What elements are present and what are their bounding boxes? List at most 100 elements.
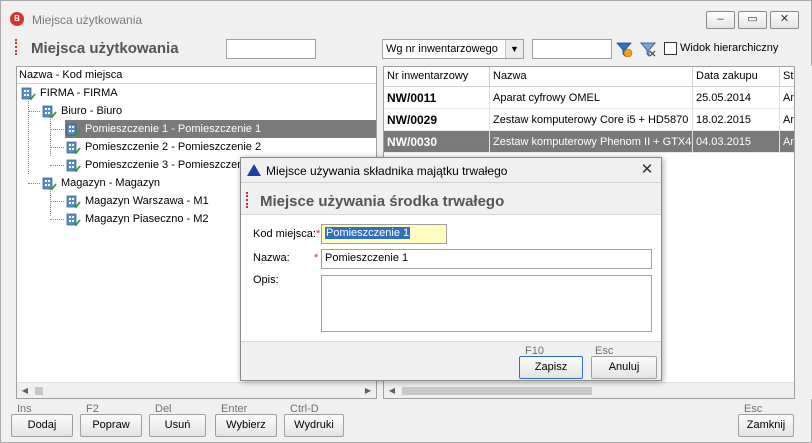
tree-connector [28,111,40,112]
tree-node[interactable]: Magazyn Warszawa - M1 [65,192,209,210]
description-field[interactable] [321,275,652,332]
tree-connector [50,114,51,156]
toolbar-button[interactable]: Wybierz [215,414,277,437]
building-icon [65,139,81,155]
search-input[interactable] [226,39,316,59]
grid-vertical-scrollbar[interactable] [796,66,812,399]
page-title: Miejsca użytkowania [31,40,179,57]
name-field[interactable]: Pomieszczenie 1 [321,249,652,269]
grid-header-status[interactable]: Sta [780,67,794,87]
table-cell-inv: NW/0030 [384,131,490,153]
tree-node[interactable]: Pomieszczenie 3 - Pomieszczenie 3 [65,156,261,174]
scroll-right-icon[interactable]: ▶ [362,386,374,396]
chevron-down-icon[interactable]: ▼ [505,40,523,58]
warning-triangle-icon [247,164,261,176]
dialog-close-icon[interactable]: ✕ [638,161,656,179]
code-label-text: Kod miejsca: [253,228,316,240]
table-cell-name: Aparat cyfrowy OMEL [490,87,693,109]
table-row[interactable]: NW/0030 Zestaw komputerowy Phenom II + GT… [384,131,794,153]
tree-connector [50,201,64,202]
toolbar-button[interactable]: Usuń [149,414,206,437]
table-cell-inv: NW/0029 [384,109,490,131]
hierarchical-view-label: Widok hierarchiczny [680,42,779,54]
grid-header-inventory[interactable]: Nr inwentarzowy [384,67,490,87]
tree-node-label: FIRMA - FIRMA [40,87,118,99]
code-field-value: Pomieszczenie 1 [325,227,411,239]
grid-header-date[interactable]: Data zakupu [693,67,780,87]
grid-horizontal-scrollbar[interactable]: ◀ [384,382,794,398]
tree-column-header[interactable]: Nazwa - Kod miejsca [17,67,376,84]
tree-node-label: Pomieszczenie 1 - Pomieszczenie 1 [85,123,262,135]
table-cell-status: Amo [780,131,794,153]
table-row[interactable]: NW/0011Aparat cyfrowy OMEL25.05.2014Amo [384,87,794,109]
tree-node[interactable]: FIRMA - FIRMA [20,84,118,102]
close-window-button[interactable]: ✕ [770,11,799,29]
scroll-left-icon[interactable]: ◀ [386,386,398,396]
table-cell-name: Zestaw komputerowy Core i5 + HD5870 [490,109,693,131]
hierarchical-view-checkbox[interactable] [664,42,677,55]
table-cell-date: 04.03.2015 [693,131,780,153]
code-field[interactable]: Pomieszczenie 1 [321,224,447,244]
toolbar-button[interactable]: Popraw [80,414,142,437]
tree-node-label: Pomieszczenie 2 - Pomieszczenie 2 [85,141,262,153]
save-button[interactable]: Zapisz [519,356,583,379]
grid-header-name[interactable]: Nazwa [490,67,693,87]
tree-node[interactable]: Pomieszczenie 2 - Pomieszczenie 2 [65,138,261,156]
name-label: Nazwa: [253,252,290,264]
tree-connector [28,183,40,184]
tree-connector [28,96,29,174]
description-label: Opis: [253,274,279,286]
tree-node[interactable]: Magazyn Piaseczno - M2 [65,210,209,228]
required-mark: * [315,228,321,240]
tree-node[interactable]: Biuro - Biuro [41,102,122,120]
tree-node-label: Magazyn Piaseczno - M2 [85,213,209,225]
building-icon [65,121,81,137]
tree-node[interactable]: Magazyn - Magazyn [41,174,160,192]
title-bar: B Miejsca użytkowania – ▭ ✕ [1,1,811,37]
tree-connector [50,165,64,166]
dialog-form: Kod miejsca:* Pomieszczenie 1 Nazwa: * P… [241,214,661,342]
building-icon [65,193,81,209]
building-icon [41,103,57,119]
close-button[interactable]: Zamknij [738,414,794,437]
app-logo-icon: B [10,12,24,26]
scrollbar-thumb[interactable] [35,387,43,395]
toolbar-button[interactable]: Dodaj [11,414,73,437]
tree-node-label: Biuro - Biuro [61,105,123,117]
restore-button[interactable]: ▭ [738,11,767,29]
scroll-left-icon[interactable]: ◀ [19,386,31,396]
table-cell-status: Amo [780,109,794,131]
code-label: Kod miejsca:* [253,228,320,240]
tree-connector [50,147,64,148]
tree-node-label: Magazyn Warszawa - M1 [85,195,209,207]
toolbar-button[interactable]: Wydruki [284,414,344,437]
scrollbar-thumb[interactable] [402,387,592,395]
cancel-button[interactable]: Anuluj [591,356,657,379]
header-marker [15,39,18,55]
tree-node[interactable]: Pomieszczenie 1 - Pomieszczenie 1 [65,120,376,138]
table-cell-status: Amo [780,87,794,109]
table-cell-date: 18.02.2015 [693,109,780,131]
filter-clear-icon[interactable] [639,39,657,59]
building-icon [65,157,81,173]
tree-horizontal-scrollbar[interactable]: ◀ ▶ [17,382,376,398]
tree-node-label: Magazyn - Magazyn [61,177,161,189]
table-cell-name: Zestaw komputerowy Phenom II + GTX480 [490,131,693,153]
table-row[interactable]: NW/0029 Zestaw komputerowy Core i5 + HD58… [384,109,794,131]
filter-input[interactable] [532,39,612,59]
table-cell-inv: NW/0011 [384,87,490,109]
table-cell-date: 25.05.2014 [693,87,780,109]
dialog-title: Miejsce używania składnika majątku trwał… [266,164,508,178]
dialog-title-bar: Miejsce używania składnika majątku trwał… [241,158,661,183]
dialog-heading: Miejsce używania środka trwałego [260,193,505,210]
minimize-button[interactable]: – [706,11,735,29]
tree-connector [50,219,64,220]
location-dialog: Miejsce używania składnika majątku trwał… [240,157,662,381]
tree-node-label: Pomieszczenie 3 - Pomieszczenie 3 [85,159,262,171]
required-mark: * [314,252,319,264]
filter-icon[interactable] [615,39,633,59]
tree-connector [50,129,64,130]
building-icon [65,211,81,227]
dialog-marker [246,192,249,208]
sort-order-select[interactable]: Wg nr inwentarzowego ▼ [382,39,524,59]
